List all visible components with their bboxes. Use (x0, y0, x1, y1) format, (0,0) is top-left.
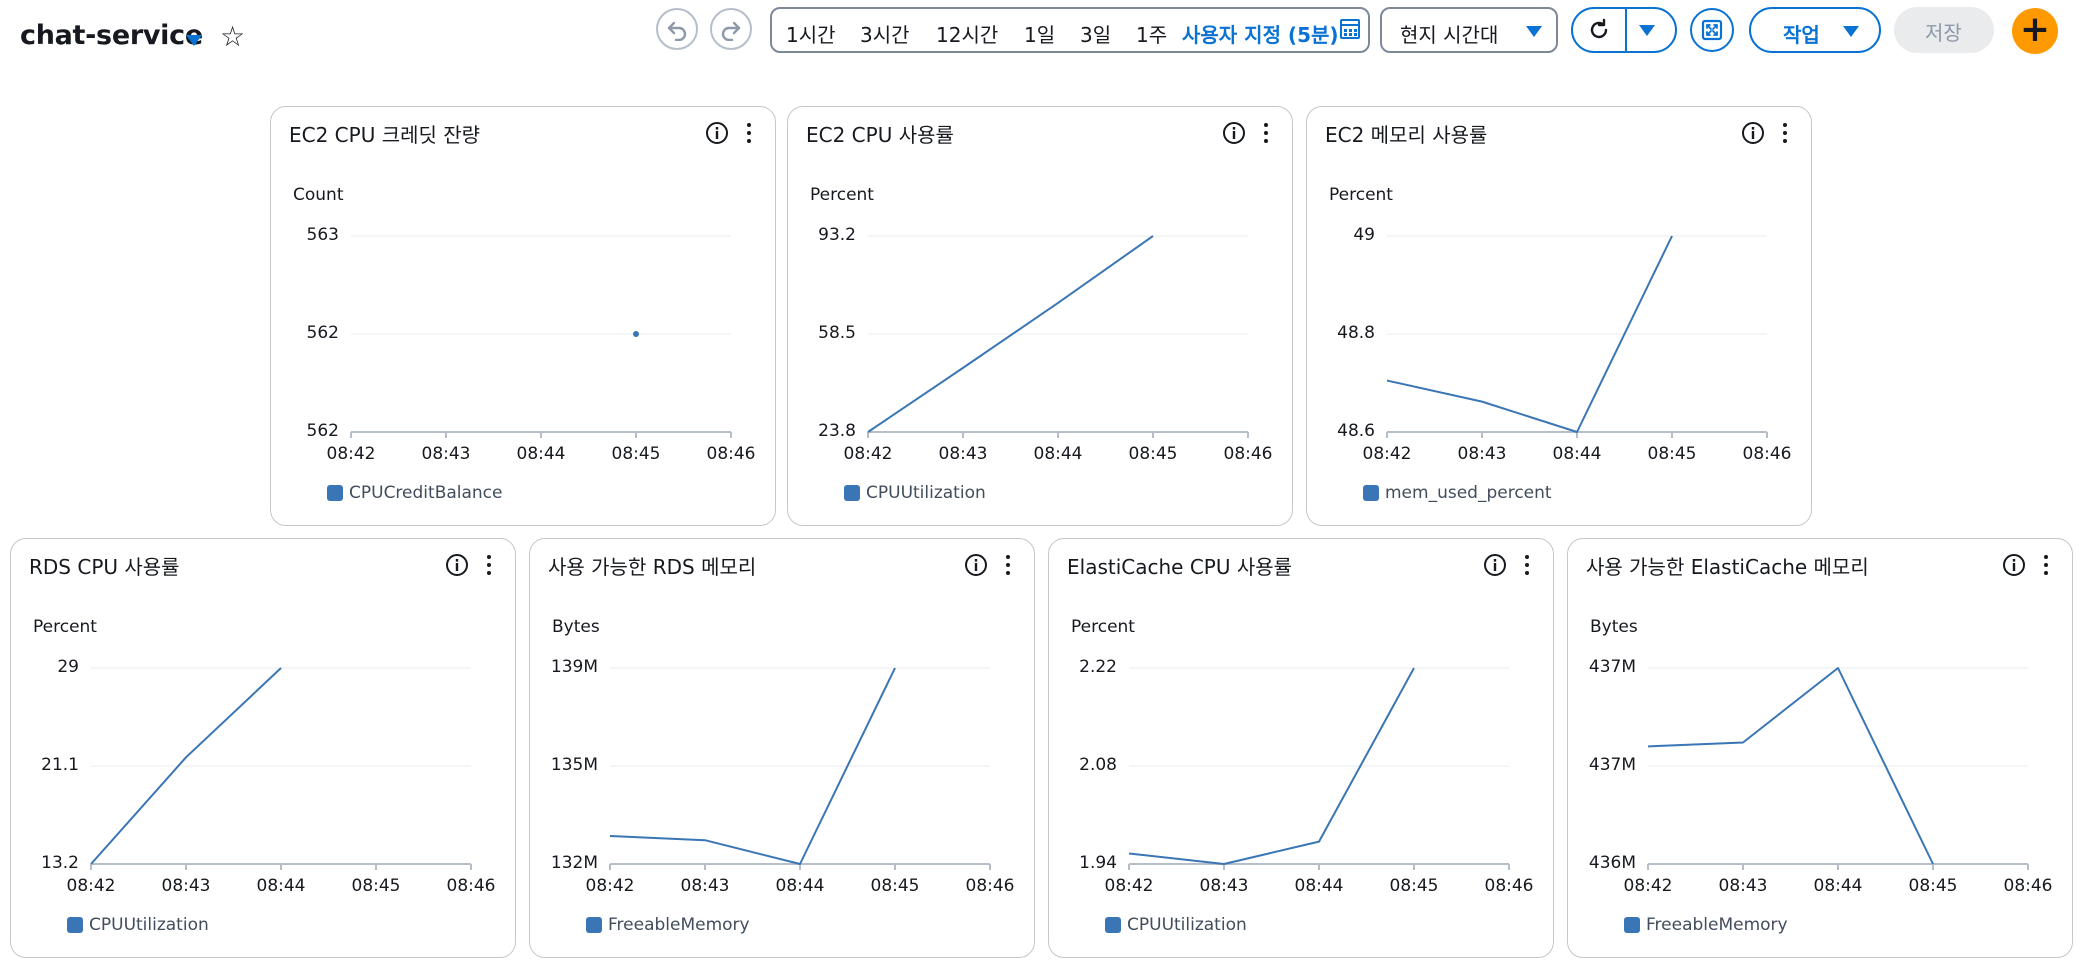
chart-plot (1128, 667, 1510, 870)
refresh-options-chevron-icon[interactable] (1639, 25, 1655, 36)
time-range-custom[interactable]: 사용자 지정 (5분) (1182, 19, 1339, 48)
legend-label: CPUCreditBalance (349, 483, 503, 503)
undo-button[interactable] (656, 8, 698, 50)
chart-widget: ElastiCache CPU 사용률 Percent 2.22 2.08 1.94 08… (1048, 538, 1554, 958)
fullscreen-button[interactable] (1690, 8, 1734, 52)
legend-label: FreeableMemory (1646, 915, 1788, 935)
chart-plot (867, 235, 1249, 438)
chart-widget: RDS CPU 사용률 Percent 29 21.1 13.2 08:42 08:43 08… (10, 538, 516, 958)
time-range-12h[interactable]: 12시간 (936, 19, 998, 48)
time-range-1d[interactable]: 1일 (1024, 19, 1055, 48)
legend-swatch (1624, 917, 1640, 933)
undo-icon (667, 21, 687, 41)
timezone-select[interactable]: 현지 시간대 (1380, 7, 1558, 53)
legend-swatch (586, 917, 602, 933)
legend-label: FreeableMemory (608, 915, 750, 935)
chart-plot (90, 667, 472, 870)
legend-swatch (67, 917, 83, 933)
chart-widget: EC2 메모리 사용률 Percent 49 48.8 48.6 08:42 08:43 08… (1306, 106, 1812, 526)
calendar-icon[interactable] (1340, 19, 1360, 39)
timezone-label: 현지 시간대 (1400, 23, 1499, 47)
save-label: 저장 (1925, 21, 1962, 45)
chevron-down-icon (1526, 26, 1542, 37)
favorite-star-icon[interactable]: ☆ (220, 20, 245, 54)
legend-swatch (844, 485, 860, 501)
plus-icon: + (2019, 9, 2051, 50)
chart-widget: 사용 가능한 ElastiCache 메모리 Bytes 437M 437M 436M 0… (1567, 538, 2073, 958)
chart-plot (1647, 667, 2029, 870)
dashboard-menu-caret-icon[interactable] (186, 35, 202, 46)
chart-plot (1386, 235, 1768, 438)
refresh-icon[interactable] (1587, 18, 1611, 42)
chart-widget: EC2 CPU 사용률 Percent 93.2 58.5 23.8 08:42 08:43… (787, 106, 1293, 526)
legend-swatch (327, 485, 343, 501)
time-range-1h[interactable]: 1시간 (786, 19, 836, 48)
legend-label: CPUUtilization (89, 915, 209, 935)
time-range-3d[interactable]: 3일 (1080, 19, 1111, 48)
fullscreen-icon (1701, 19, 1723, 41)
save-button[interactable]: 저장 (1894, 7, 1994, 53)
actions-dropdown-button[interactable]: 작업 (1749, 7, 1881, 53)
chevron-down-icon (1843, 26, 1859, 37)
legend-label: CPUUtilization (866, 483, 986, 503)
dashboard-title: chat-service (20, 20, 203, 51)
chart-plot (609, 667, 991, 870)
chart-widget: EC2 CPU 크레딧 잔량 Count 563 562 562 08:42 08:43 08… (270, 106, 776, 526)
redo-button[interactable] (710, 8, 752, 50)
chart-plot (350, 235, 732, 438)
legend-label: CPUUtilization (1127, 915, 1247, 935)
legend-swatch (1363, 485, 1379, 501)
redo-icon (721, 21, 741, 41)
data-point (633, 331, 639, 337)
chart-widget: 사용 가능한 RDS 메모리 Bytes 139M 135M 132M 08:42 08:4… (529, 538, 1035, 958)
time-range-1w[interactable]: 1주 (1136, 19, 1167, 48)
time-range-selector: 1시간 3시간 12시간 1일 3일 1주 사용자 지정 (5분) (770, 7, 1370, 53)
time-range-3h[interactable]: 3시간 (860, 19, 910, 48)
add-widget-button[interactable]: + (2012, 8, 2058, 54)
actions-label: 작업 (1783, 23, 1820, 47)
dashboard-header: chat-service ☆ 1시간 3시간 12시간 1일 3일 1주 사용자… (0, 0, 2080, 62)
legend-swatch (1105, 917, 1121, 933)
split-divider (1625, 9, 1627, 51)
legend-label: mem_used_percent (1385, 483, 1552, 503)
refresh-split-button[interactable] (1571, 7, 1677, 53)
